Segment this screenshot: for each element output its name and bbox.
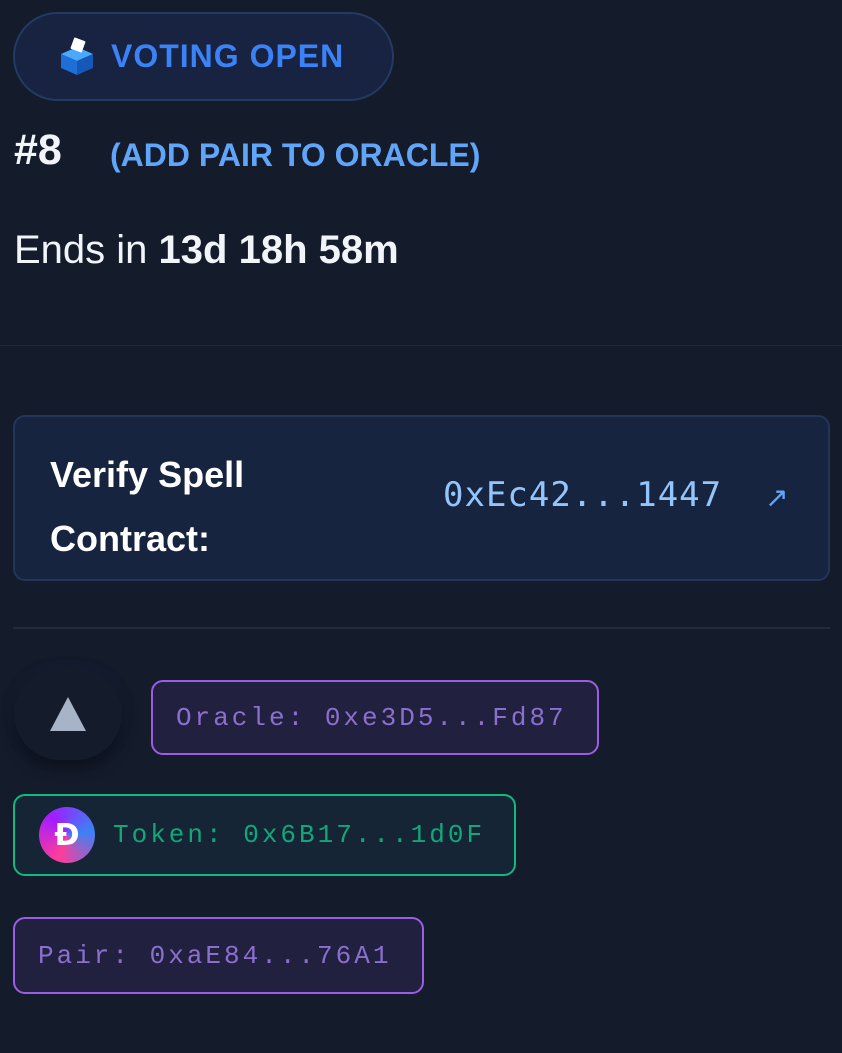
pair-address-label: Pair: 0xaE84...76A1: [38, 940, 392, 971]
dai-token-icon: Đ: [39, 807, 95, 863]
spell-contract-card: Verify Spell Contract: 0xEc42...1447 ↗: [13, 415, 830, 581]
status-label: VOTING OPEN: [111, 38, 345, 74]
oracle-address-label: Oracle: 0xe3D5...Fd87: [176, 702, 567, 733]
countdown-value: 13d 18h 58m: [158, 228, 399, 272]
external-link-icon[interactable]: ↗: [765, 481, 788, 514]
voting-status-badge: VOTING OPEN: [13, 12, 394, 101]
proposal-number: #8: [14, 126, 62, 174]
upvote-button[interactable]: [14, 668, 122, 760]
ballot-box-icon: [61, 37, 93, 75]
proposal-type: (ADD PAIR TO ORACLE): [110, 137, 481, 173]
oracle-address-tag[interactable]: Oracle: 0xe3D5...Fd87: [151, 680, 599, 755]
voting-countdown: Ends in 13d 18h 58m: [14, 228, 399, 273]
spell-contract-label: Verify Spell Contract:: [50, 454, 245, 559]
token-address-tag[interactable]: Đ Token: 0x6B17...1d0F: [13, 794, 516, 876]
spell-contract-link[interactable]: 0xEc42...1447: [443, 475, 722, 515]
token-address-label: Token: 0x6B17...1d0F: [113, 820, 486, 850]
upvote-triangle-icon: [50, 697, 86, 731]
section-divider: [0, 345, 842, 346]
pair-address-tag[interactable]: Pair: 0xaE84...76A1: [13, 917, 424, 994]
countdown-prefix: Ends in: [14, 228, 148, 272]
section-divider: [13, 627, 830, 629]
